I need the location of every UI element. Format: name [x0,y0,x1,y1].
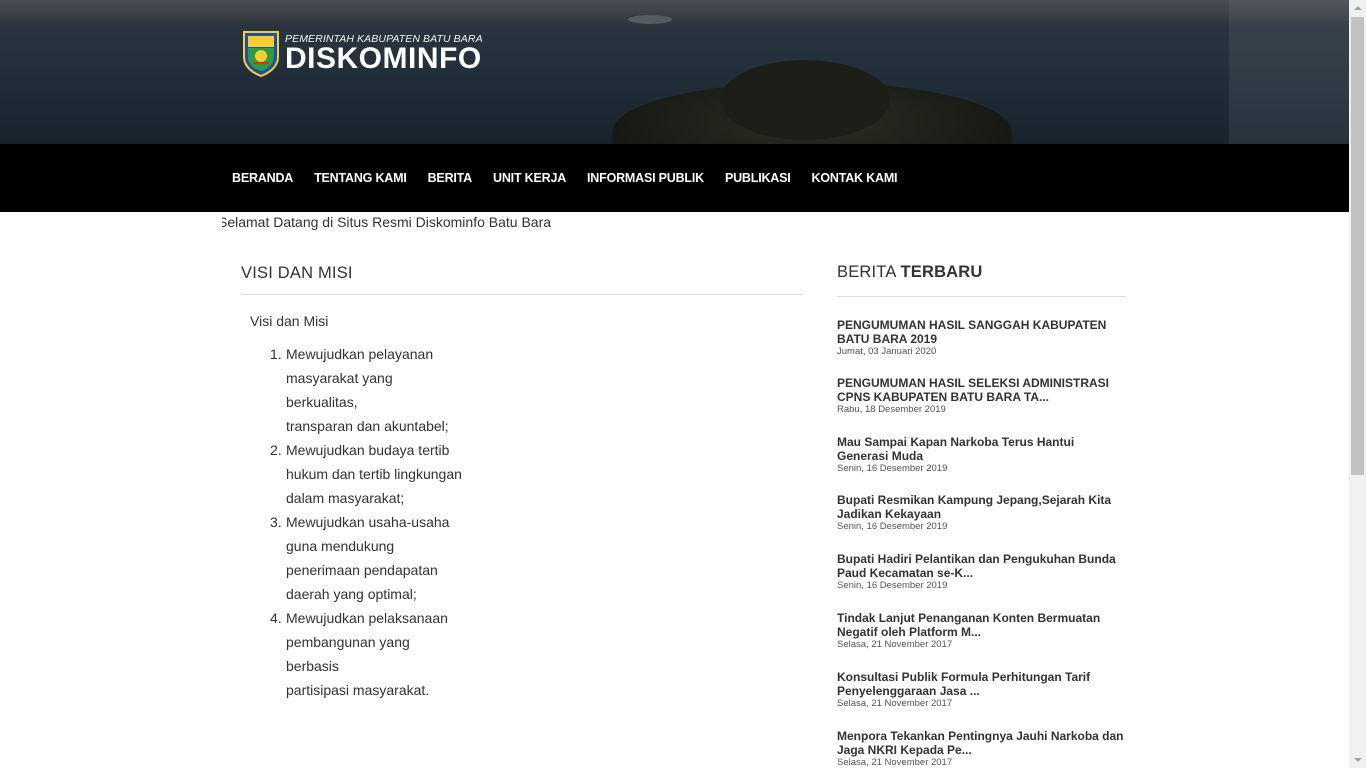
news-item-title-link[interactable]: Mau Sampai Kapan Narkoba Terus Hantui Ge… [837,435,1127,463]
misi-item-line: Mewujudkan pelaksanaan [286,610,448,626]
news-item-date: Selasa, 21 November 2017 [837,639,953,650]
sidebar-title-bold: TERBARU [900,263,983,281]
misi-item-line: guna mendukung [286,538,395,554]
sidebar-title-light: BERITA [837,263,896,281]
sidebar-title: BERITA TERBARU [837,263,983,282]
news-item-title-link[interactable]: Bupati Resmikan Kampung Jepang,Sejarah K… [837,493,1127,521]
misi-item-line: masyarakat yang berkualitas, [286,370,393,410]
misi-item-line: Mewujudkan pelayanan [286,346,434,362]
news-item: Menpora Tekankan Pentingnya Jauhi Narkob… [837,729,1127,768]
scroll-down-arrow-icon[interactable] [1349,751,1366,768]
news-item: Tindak Lanjut Penanganan Konten Bermuata… [837,611,1127,651]
nav-item-beranda[interactable]: BERANDA [232,171,293,185]
news-item-date: Senin, 16 Desember 2019 [837,463,948,474]
nav-item-unit-kerja[interactable]: UNIT KERJA [493,171,566,185]
sidebar-divider [837,296,1126,297]
news-item: Bupati Resmikan Kampung Jepang,Sejarah K… [837,493,1127,533]
page: PEMERINTAH KABUPATEN BATU BARA DISKOMINF… [0,0,1366,768]
news-item: PENGUMUMAN HASIL SANGGAH KABUPATEN BATU … [837,318,1127,358]
news-item-date: Selasa, 21 November 2017 [837,757,953,768]
nav-item-publikasi[interactable]: PUBLIKASI [725,171,791,185]
misi-list: 1. Mewujudkan pelayanan masyarakat yang be… [270,342,466,702]
logo-title: DISKOMINFO [285,42,482,75]
news-item: Konsultasi Publik Formula Perhitungan Ta… [837,670,1127,710]
misi-item-line: penerimaan pendapatan [286,562,438,578]
batu-bara-emblem-icon [243,31,279,77]
banner-sky-background [0,0,1349,24]
misi-item: 3. Mewujudkan usaha-usaha guna mendukung pe… [270,510,466,606]
site-logo[interactable]: PEMERINTAH KABUPATEN BATU BARA DISKOMINF… [241,28,483,78]
scroll-up-arrow-icon[interactable] [1349,0,1366,17]
welcome-marquee: Selamat Datang di Situs Resmi Diskominfo… [222,214,1122,232]
misi-item-line: Mewujudkan budaya tertib [286,442,450,458]
title-divider [241,294,802,295]
news-item-date: Selasa, 21 November 2017 [837,698,953,709]
news-item: Mau Sampai Kapan Narkoba Terus Hantui Ge… [837,435,1127,475]
misi-item-number: 3. [270,514,282,530]
news-item-title-link[interactable]: Konsultasi Publik Formula Perhitungan Ta… [837,670,1127,698]
misi-item-number: 4. [270,610,282,626]
news-item-date: Jumat, 03 Januari 2020 [837,346,937,357]
page-scrollbar[interactable] [1349,0,1366,768]
misi-item-line: hukum dan tertib lingkungan [286,466,462,482]
misi-item-line: transparan dan akuntabel; [286,418,449,434]
news-item-title-link[interactable]: PENGUMUMAN HASIL SELEKSI ADMINISTRASI CP… [837,376,1127,404]
misi-item-line: Mewujudkan usaha-usaha [286,514,450,530]
misi-item: 4. Mewujudkan pelaksanaan pembangunan yang… [270,606,466,702]
misi-item-number: 1. [270,346,282,362]
banner-distant-island [628,15,672,24]
main-nav: BERANDA TENTANG KAMI BERITA UNIT KERJA I… [0,144,1349,212]
nav-item-berita[interactable]: BERITA [428,171,473,185]
news-item: PENGUMUMAN HASIL SELEKSI ADMINISTRASI CP… [837,376,1127,416]
news-item: Bupati Hadiri Pelantikan dan Pengukuhan … [837,552,1127,592]
misi-item-line: daerah yang optimal; [286,586,417,602]
news-item-title-link[interactable]: PENGUMUMAN HASIL SANGGAH KABUPATEN BATU … [837,318,1127,346]
news-item-date: Senin, 16 Desember 2019 [837,580,948,591]
banner-right-shade [1229,0,1349,144]
content-lead: Visi dan Misi [250,313,329,329]
scrollbar-thumb[interactable] [1351,17,1364,475]
news-item-title-link[interactable]: Bupati Hadiri Pelantikan dan Pengukuhan … [837,552,1127,580]
misi-item-line: dalam masyarakat; [286,490,405,506]
page-title: VISI DAN MISI [241,264,353,282]
news-item-date: Rabu, 18 Desember 2019 [837,404,946,415]
news-item-title-link[interactable]: Tindak Lanjut Penanganan Konten Bermuata… [837,611,1127,639]
nav-list: BERANDA TENTANG KAMI BERITA UNIT KERJA I… [232,144,918,212]
nav-item-informasi-publik[interactable]: INFORMASI PUBLIK [587,171,704,185]
misi-item-number: 2. [270,442,282,458]
marquee-text: Selamat Datang di Situs Resmi Diskominfo… [222,214,552,230]
banner-island-trees [720,60,890,140]
news-item-title-link[interactable]: Menpora Tekankan Pentingnya Jauhi Narkob… [837,729,1127,757]
news-item-date: Senin, 16 Desember 2019 [837,521,948,532]
misi-item-line: pembangunan yang berbasis [286,634,410,674]
misi-item-line: partisipasi masyarakat. [286,682,430,698]
header-banner: PEMERINTAH KABUPATEN BATU BARA DISKOMINF… [0,0,1349,144]
nav-item-tentang-kami[interactable]: TENTANG KAMI [314,171,407,185]
misi-item: 2. Mewujudkan budaya tertib hukum dan tert… [270,438,466,510]
misi-item: 1. Mewujudkan pelayanan masyarakat yang be… [270,342,466,438]
nav-item-kontak-kami[interactable]: KONTAK KAMI [812,171,898,185]
